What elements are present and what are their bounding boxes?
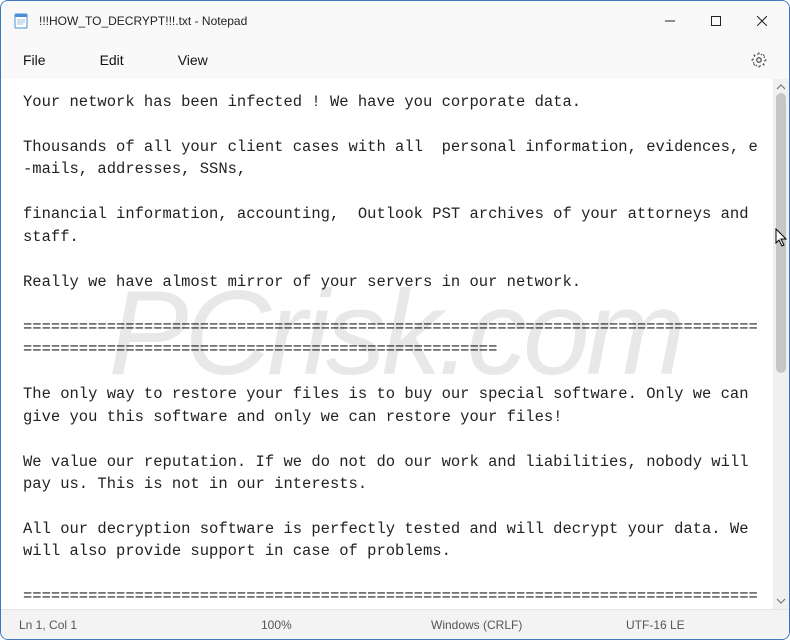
window-controls xyxy=(647,1,785,41)
menubar: File Edit View xyxy=(1,41,789,79)
scroll-down-button[interactable] xyxy=(773,593,789,609)
titlebar: !!!HOW_TO_DECRYPT!!!.txt - Notepad xyxy=(1,1,789,41)
notepad-icon xyxy=(13,13,29,29)
menu-file[interactable]: File xyxy=(15,46,54,74)
content-area: Your network has been infected ! We have… xyxy=(1,79,789,609)
statusbar: Ln 1, Col 1 100% Windows (CRLF) UTF-16 L… xyxy=(1,609,789,639)
zoom-level: 100% xyxy=(261,618,292,632)
line-ending: Windows (CRLF) xyxy=(431,618,522,632)
close-button[interactable] xyxy=(739,5,785,37)
text-editor[interactable]: Your network has been infected ! We have… xyxy=(1,79,773,609)
vertical-scrollbar[interactable] xyxy=(773,79,789,609)
menu-view[interactable]: View xyxy=(170,46,216,74)
window-title: !!!HOW_TO_DECRYPT!!!.txt - Notepad xyxy=(39,14,247,28)
notepad-window: !!!HOW_TO_DECRYPT!!!.txt - Notepad File … xyxy=(0,0,790,640)
menu-edit[interactable]: Edit xyxy=(92,46,132,74)
maximize-button[interactable] xyxy=(693,5,739,37)
settings-button[interactable] xyxy=(743,44,775,76)
cursor-position: Ln 1, Col 1 xyxy=(19,618,77,632)
scroll-thumb[interactable] xyxy=(776,93,786,373)
encoding: UTF-16 LE xyxy=(626,618,685,632)
minimize-button[interactable] xyxy=(647,5,693,37)
